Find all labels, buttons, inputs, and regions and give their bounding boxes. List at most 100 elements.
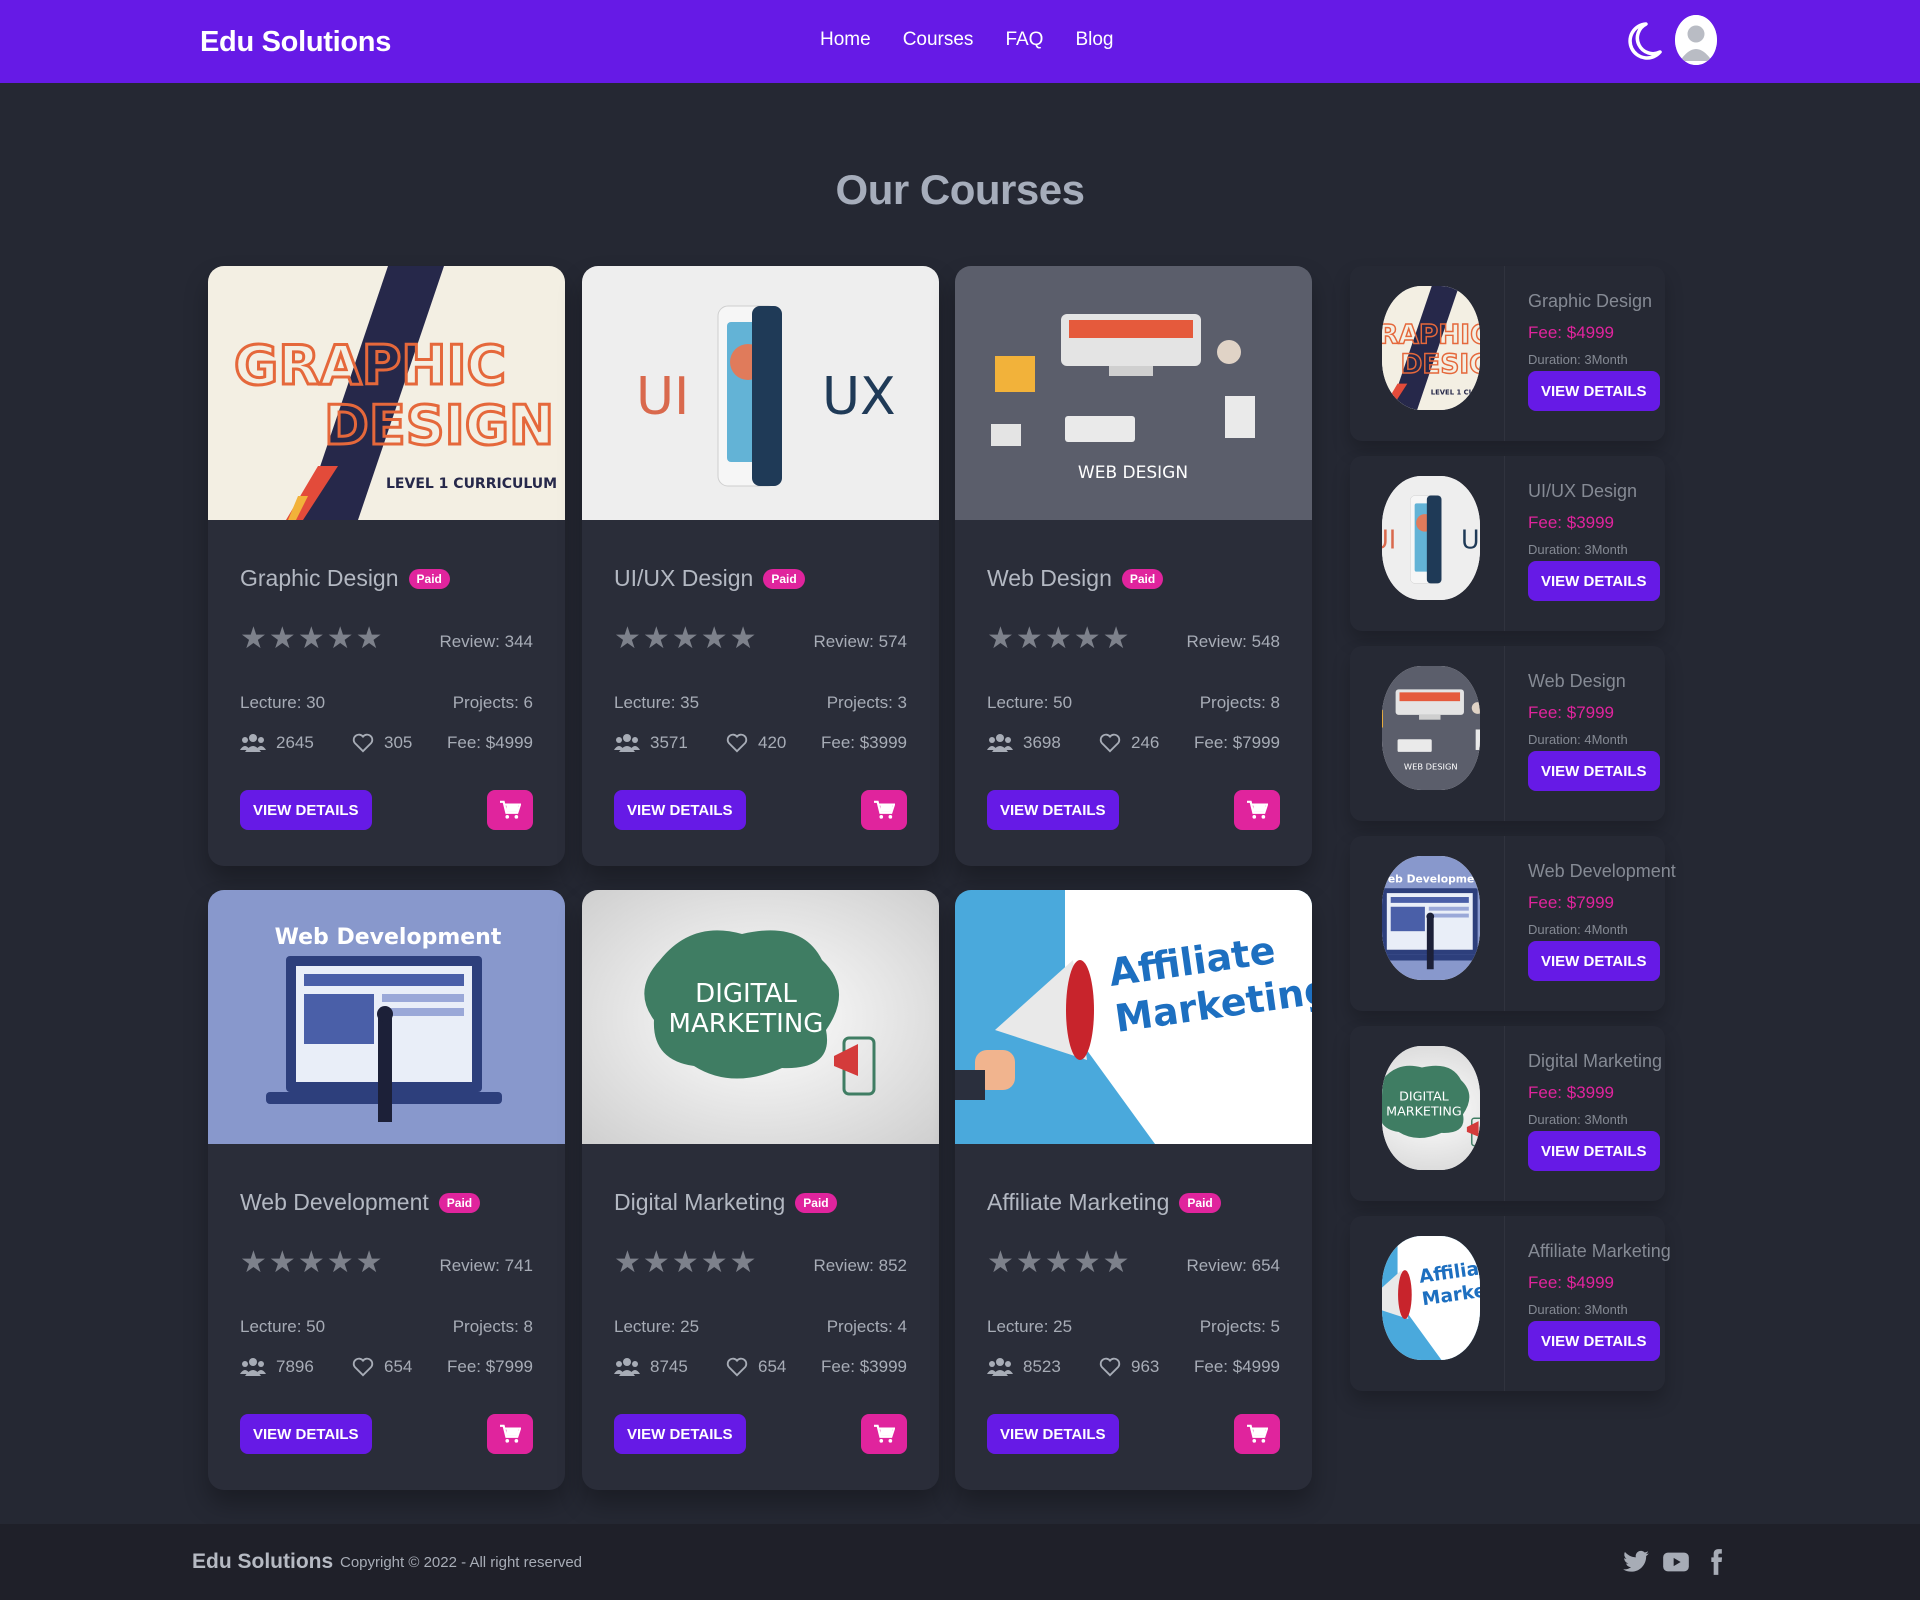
heart-icon[interactable] xyxy=(726,1357,748,1377)
youtube-icon[interactable] xyxy=(1662,1548,1690,1576)
heart-icon[interactable] xyxy=(1099,1357,1121,1377)
heart-icon[interactable] xyxy=(352,1357,374,1377)
digital-marketing-image-line1: DIGITAL xyxy=(1399,1089,1449,1104)
course-title-text[interactable]: Graphic Design xyxy=(240,565,399,592)
twitter-icon[interactable] xyxy=(1622,1548,1650,1576)
sidebar-course-thumbnail[interactable]: GRAPHIC DESIGN LEVEL 1 CURRICULUM xyxy=(1382,286,1480,410)
course-fee: Fee: $3999 xyxy=(820,1357,907,1376)
web-dev-image-caption: Web Development xyxy=(275,925,502,950)
sidebar-course-fee: Fee: $4999 xyxy=(1528,1273,1615,1292)
sidebar-view-details-button[interactable]: VIEW DETAILS xyxy=(1528,1321,1660,1361)
add-to-cart-button[interactable] xyxy=(1234,1414,1280,1454)
course-card-affiliate-marketing: Affiliate Marketing! Affiliate Marketing… xyxy=(955,890,1312,1490)
paid-badge: Paid xyxy=(438,1192,481,1213)
course-title-text[interactable]: Web Development xyxy=(240,1189,429,1216)
course-image[interactable]: DIGITAL MARKETING xyxy=(582,890,939,1144)
sidebar-divider xyxy=(1504,646,1505,821)
star-icon: ★ xyxy=(1102,622,1130,655)
sidebar-view-details-button[interactable]: VIEW DETAILS xyxy=(1528,751,1660,791)
star-icon: ★ xyxy=(355,622,383,655)
sidebar-course-title[interactable]: Affiliate Marketing xyxy=(1528,1241,1671,1262)
sidebar-view-details-button[interactable]: VIEW DETAILS xyxy=(1528,561,1660,601)
course-title-text[interactable]: UI/UX Design xyxy=(614,565,753,592)
likes-count: 963 xyxy=(1131,1357,1160,1376)
star-icon: ★ xyxy=(326,1246,354,1279)
add-to-cart-button[interactable] xyxy=(861,1414,907,1454)
cart-icon xyxy=(500,800,521,819)
view-details-button[interactable]: VIEW DETAILS xyxy=(987,1414,1119,1454)
likes-count: 654 xyxy=(384,1357,413,1376)
user-avatar-icon[interactable] xyxy=(1675,15,1717,65)
moon-icon[interactable] xyxy=(1624,19,1664,63)
star-icon: ★ xyxy=(1015,1246,1043,1279)
likes-count: 305 xyxy=(384,733,413,752)
likes-count: 246 xyxy=(1131,733,1160,752)
course-image[interactable]: UI UX xyxy=(582,266,939,520)
course-title: Affiliate Marketing Paid xyxy=(987,1189,1221,1216)
add-to-cart-button[interactable] xyxy=(487,1414,533,1454)
sidebar-course-title[interactable]: Web Design xyxy=(1528,671,1626,692)
course-fee: Fee: $4999 xyxy=(1193,1357,1280,1376)
cart-icon xyxy=(1247,800,1268,819)
course-title-text[interactable]: Digital Marketing xyxy=(614,1189,785,1216)
facebook-icon[interactable] xyxy=(1702,1548,1730,1576)
sidebar-course-title[interactable]: Digital Marketing xyxy=(1528,1051,1662,1072)
course-image[interactable]: Affiliate Marketing! xyxy=(955,890,1312,1144)
star-icon: ★ xyxy=(729,1246,757,1279)
sidebar-course-duration: Duration: 4Month xyxy=(1528,922,1628,937)
sidebar-view-details-button[interactable]: VIEW DETAILS xyxy=(1528,1131,1660,1171)
add-to-cart-button[interactable] xyxy=(1234,790,1280,830)
course-title-text[interactable]: Web Design xyxy=(987,565,1112,592)
course-title: Web Development Paid xyxy=(240,1189,481,1216)
users-icon xyxy=(614,1358,640,1376)
sidebar-view-details-button[interactable]: VIEW DETAILS xyxy=(1528,371,1660,411)
likes-stat: 305 xyxy=(352,733,412,753)
sidebar-view-details-button[interactable]: VIEW DETAILS xyxy=(1528,941,1660,981)
sidebar-course-item: Affiliate Marketing! Affiliate Marketing… xyxy=(1350,1216,1671,1391)
nav-link-blog[interactable]: Blog xyxy=(1075,29,1113,51)
sidebar-course-title[interactable]: Graphic Design xyxy=(1528,291,1652,312)
star-icon: ★ xyxy=(268,622,296,655)
sidebar-course-thumbnail[interactable]: WEB DESIGN xyxy=(1382,666,1480,790)
star-icon: ★ xyxy=(987,622,1014,655)
course-title: UI/UX Design Paid xyxy=(614,565,805,592)
star-icon: ★ xyxy=(355,1246,383,1279)
heart-icon[interactable] xyxy=(1099,733,1121,753)
star-rating: ★ ★ ★ ★ ★ xyxy=(240,1248,383,1278)
students-stat: 3698 xyxy=(987,733,1061,753)
view-details-button[interactable]: VIEW DETAILS xyxy=(240,790,372,830)
course-card-web-design: WEB DESIGN Web Design Paid ★ ★ ★ ★ ★ Review:… xyxy=(955,266,1312,866)
star-rating: ★ ★ ★ ★ ★ xyxy=(614,624,757,654)
add-to-cart-button[interactable] xyxy=(861,790,907,830)
course-fee: Fee: $7999 xyxy=(1193,733,1280,752)
brand-logo[interactable]: Edu Solutions xyxy=(200,26,391,59)
star-icon: ★ xyxy=(1044,622,1072,655)
view-details-button[interactable]: VIEW DETAILS xyxy=(987,790,1119,830)
sidebar-course-item: GRAPHIC DESIGN LEVEL 1 CURRICULUM Graphi… xyxy=(1350,266,1665,441)
view-details-button[interactable]: VIEW DETAILS xyxy=(614,1414,746,1454)
sidebar-course-title[interactable]: UI/UX Design xyxy=(1528,481,1637,502)
view-details-button[interactable]: VIEW DETAILS xyxy=(614,790,746,830)
star-icon: ★ xyxy=(1073,1246,1101,1279)
course-image[interactable]: GRAPHIC DESIGN LEVEL 1 CURRICULUM xyxy=(208,266,565,520)
view-details-button[interactable]: VIEW DETAILS xyxy=(240,1414,372,1454)
course-image[interactable]: Web Development xyxy=(208,890,565,1144)
sidebar-course-thumbnail[interactable]: Web Development xyxy=(1382,856,1480,980)
sidebar-course-thumbnail[interactable]: UI UX xyxy=(1382,476,1480,600)
star-icon: ★ xyxy=(297,622,325,655)
course-image[interactable]: WEB DESIGN xyxy=(955,266,1312,520)
sidebar-course-thumbnail[interactable]: DIGITAL MARKETING xyxy=(1382,1046,1480,1170)
star-icon: ★ xyxy=(1015,622,1043,655)
digital-marketing-image-line2: MARKETING xyxy=(1386,1103,1462,1118)
heart-icon[interactable] xyxy=(352,733,374,753)
sidebar-course-title[interactable]: Web Development xyxy=(1528,861,1676,882)
nav-link-faq[interactable]: FAQ xyxy=(1005,29,1043,51)
heart-icon[interactable] xyxy=(726,733,748,753)
sidebar-course-thumbnail[interactable]: Affiliate Marketing! xyxy=(1382,1236,1480,1360)
nav-link-courses[interactable]: Courses xyxy=(903,29,974,51)
nav-link-home[interactable]: Home xyxy=(820,29,871,51)
course-title-text[interactable]: Affiliate Marketing xyxy=(987,1189,1169,1216)
add-to-cart-button[interactable] xyxy=(487,790,533,830)
graphic-design-image-line2: DESIGN xyxy=(1400,350,1480,380)
web-design-image-caption: WEB DESIGN xyxy=(1404,761,1458,771)
